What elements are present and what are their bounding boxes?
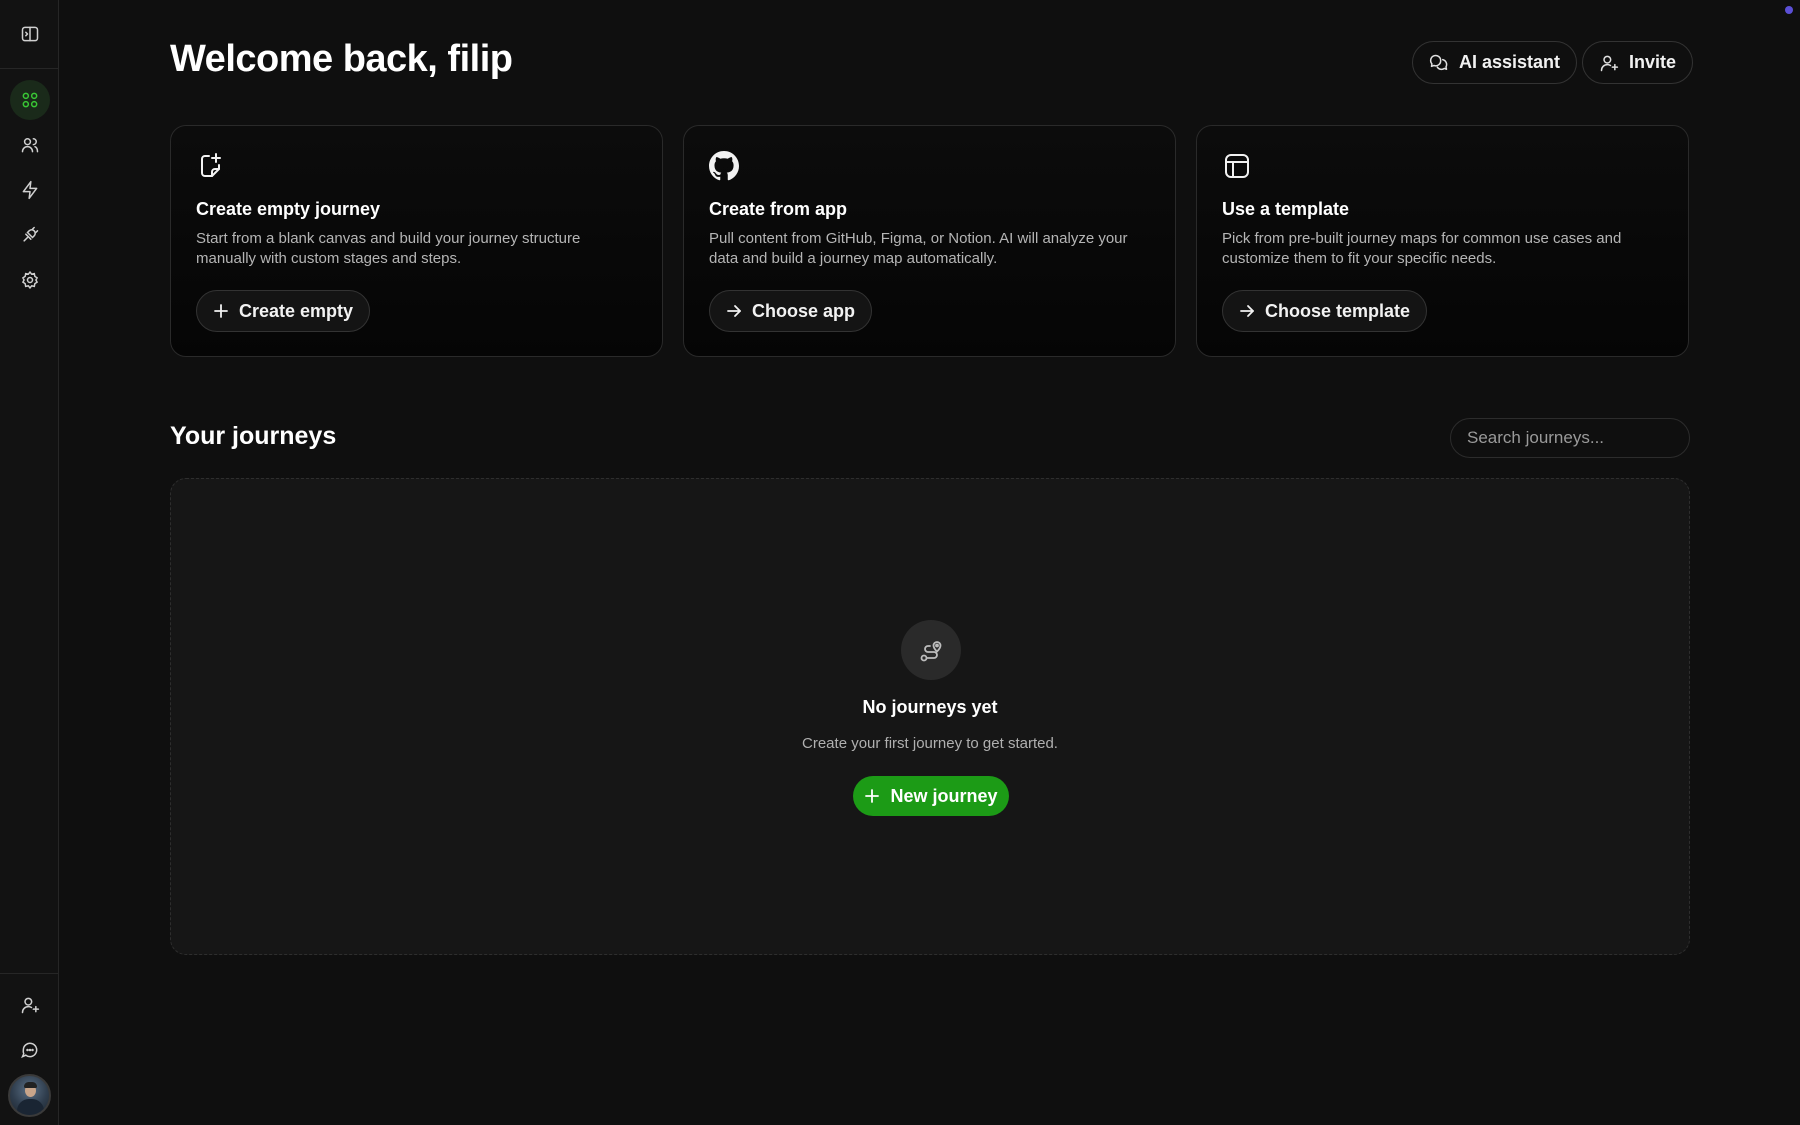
github-icon [709,151,739,181]
journeys-empty-state: No journeys yet Create your first journe… [170,478,1690,955]
ai-assistant-button[interactable]: AI assistant [1412,41,1578,84]
chat-bubbles-icon [1429,54,1448,70]
gear-icon[interactable] [10,260,50,300]
avatar[interactable] [8,1074,51,1117]
invite-label: Invite [1629,52,1677,72]
lightning-icon[interactable] [10,170,50,210]
button-label: Choose app [752,300,856,321]
notification-dot [1785,6,1793,14]
search-input[interactable] [1450,418,1690,458]
new-document-icon [201,153,221,177]
new-journey-label: New journey [890,785,998,806]
plus-icon [865,789,880,803]
dashboard-grid-icon[interactable] [10,80,50,120]
arrow-right-icon [727,305,741,317]
section-title: Your journeys [170,422,337,450]
users-icon[interactable] [10,125,50,165]
card-description: Pick from pre-built journey maps for com… [1222,230,1622,267]
card-title: Create empty journey [196,199,381,219]
panel-toggle-icon[interactable] [10,14,50,54]
choose-app-button[interactable]: Choose app [709,290,873,332]
create-empty-button[interactable]: Create empty [196,290,371,332]
card-title: Create from app [709,199,848,219]
sidebar-divider [0,973,59,974]
invite-button[interactable]: Invite [1582,41,1694,84]
choose-template-button[interactable]: Choose template [1222,290,1428,332]
add-user-icon[interactable] [10,985,50,1025]
card-title: Use a template [1222,199,1350,219]
create-from-app-card[interactable]: Create from app Pull content from GitHub… [683,125,1176,357]
sidebar [0,0,59,1125]
ai-assistant-label: AI assistant [1459,52,1561,72]
button-label: Create empty [239,300,354,321]
card-description: Pull content from GitHub, Figma, or Noti… [709,230,1128,267]
page-title: Welcome back, filip [170,38,513,80]
plug-icon[interactable] [10,215,50,255]
button-label: Choose template [1265,300,1411,321]
template-layout-icon [1225,154,1249,178]
add-user-icon [1600,55,1619,71]
arrow-right-icon [1240,305,1254,317]
route-icon [901,620,961,680]
chat-icon[interactable] [10,1030,50,1070]
empty-subtitle: Create your first journey to get started… [802,735,1058,752]
card-description: Start from a blank canvas and build your… [196,230,581,267]
empty-title: No journeys yet [862,697,998,717]
plus-icon [214,304,228,318]
use-template-card[interactable]: Use a template Pick from pre-built journ… [1196,125,1689,357]
create-empty-card[interactable]: Create empty journey Start from a blank … [170,125,663,357]
new-journey-button[interactable]: New journey [853,776,1009,816]
